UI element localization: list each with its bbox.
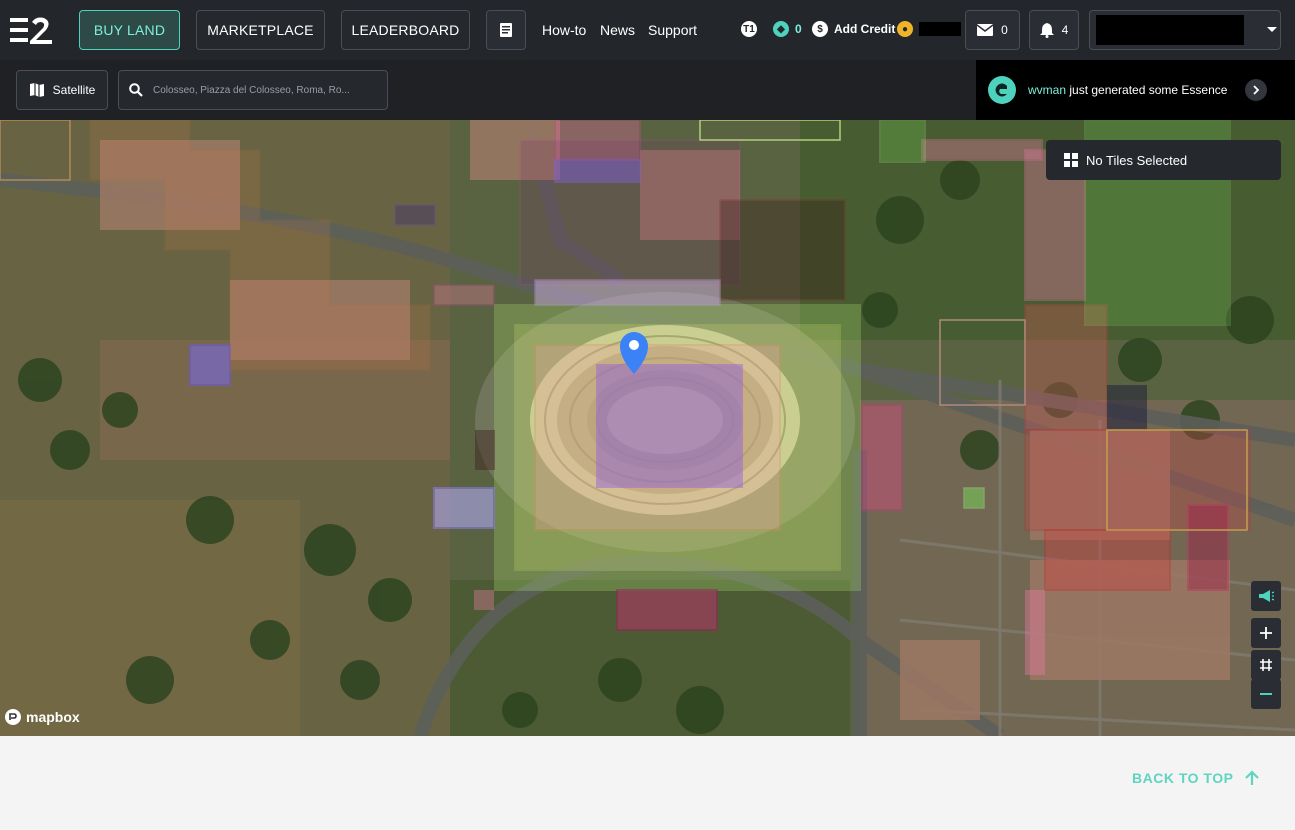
map-canvas: [0, 120, 1295, 736]
tiles-panel-label: No Tiles Selected: [1086, 152, 1188, 168]
t1-icon: T1: [741, 21, 757, 37]
mapbox-attribution[interactable]: mapbox: [4, 708, 80, 726]
add-credit-button[interactable]: $ Add Credit: [812, 21, 895, 37]
account-dropdown[interactable]: [1089, 10, 1281, 50]
zoom-out-button[interactable]: [1251, 679, 1281, 709]
marketplace-button[interactable]: MARKETPLACE: [196, 10, 325, 50]
token-balance[interactable]: ●: [897, 21, 961, 37]
mapbox-logo-icon: [5, 709, 21, 725]
essence-balance[interactable]: ◆ 0: [773, 21, 802, 37]
e2-logo[interactable]: [10, 16, 54, 44]
minus-icon: [1260, 693, 1272, 695]
bell-icon: [1039, 22, 1054, 38]
notification-user: wvman: [1028, 83, 1067, 97]
leaderboard-button[interactable]: LEADERBOARD: [341, 10, 470, 50]
notification-text: wvman just generated some Essence: [1028, 83, 1227, 97]
tiles-selection-panel[interactable]: No Tiles Selected: [1046, 140, 1281, 180]
notification-message: just generated some Essence: [1066, 83, 1228, 97]
grid-toggle-button[interactable]: [1251, 650, 1281, 680]
activity-notification[interactable]: wvman just generated some Essence: [976, 60, 1295, 120]
dollar-icon: $: [812, 21, 828, 37]
account-name-redacted: [1096, 15, 1244, 45]
essence-icon: ◆: [773, 21, 789, 37]
megaphone-icon: [1259, 590, 1274, 602]
grid-icon: [1260, 659, 1272, 671]
chevron-right-icon: [1253, 85, 1260, 95]
support-link[interactable]: Support: [648, 22, 697, 38]
back-to-top-link[interactable]: BACK TO TOP: [1132, 770, 1260, 786]
chevron-down-icon: [1267, 27, 1277, 32]
token-icon: ●: [897, 21, 913, 37]
essence-count: 0: [795, 22, 802, 36]
add-credit-label: Add Credit: [834, 22, 896, 36]
location-search[interactable]: [118, 70, 388, 110]
messages-button[interactable]: 0: [965, 10, 1020, 50]
map-layers-icon: [29, 83, 44, 97]
satellite-label: Satellite: [52, 83, 96, 97]
zoom-in-button[interactable]: [1251, 618, 1281, 648]
notifications-count: 4: [1061, 23, 1069, 37]
essence-logo-icon: [988, 76, 1016, 104]
howto-link[interactable]: How-to: [542, 22, 586, 38]
mapbox-label: mapbox: [26, 709, 80, 725]
announcements-button[interactable]: [1251, 581, 1281, 611]
notes-button[interactable]: [486, 10, 526, 50]
messages-count: 0: [1001, 23, 1008, 37]
notification-next-button[interactable]: [1245, 79, 1268, 101]
search-input[interactable]: [153, 84, 373, 96]
notifications-button[interactable]: 4: [1029, 10, 1079, 50]
page-footer: [0, 736, 1295, 830]
satellite-toggle-button[interactable]: Satellite: [16, 70, 108, 110]
mail-icon: [977, 24, 994, 36]
satellite-map[interactable]: [0, 120, 1295, 736]
back-to-top-label: BACK TO TOP: [1132, 770, 1234, 786]
tiles-grid-icon: [1064, 153, 1078, 167]
plus-icon: [1260, 627, 1272, 639]
buy-land-button[interactable]: BUY LAND: [79, 10, 180, 50]
news-link[interactable]: News: [600, 22, 635, 38]
tier-badge[interactable]: T1: [741, 21, 757, 37]
token-amount-redacted: [919, 22, 961, 36]
arrow-up-icon: [1245, 770, 1260, 785]
document-icon: [500, 23, 512, 37]
search-icon: [129, 83, 143, 97]
